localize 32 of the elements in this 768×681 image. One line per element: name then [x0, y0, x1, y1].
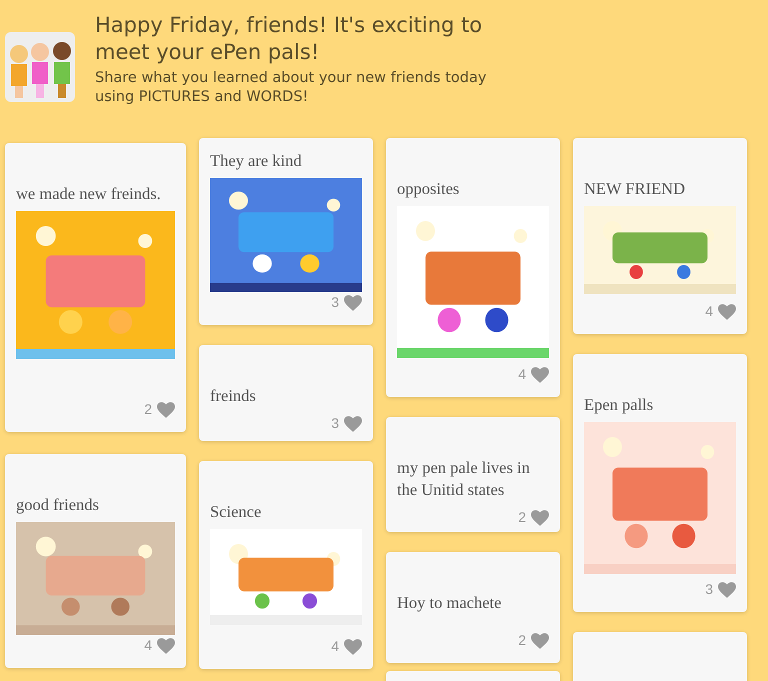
- post-title: opposites: [397, 178, 460, 200]
- post-card[interactable]: good friends 4: [5, 454, 186, 668]
- post-card[interactable]: opposites 4: [386, 138, 560, 397]
- post-title: Hoy to machete: [397, 592, 502, 614]
- like-count: 2: [518, 631, 526, 650]
- post-card[interactable]: NEW FRIEND 4: [573, 138, 747, 334]
- like-count: 4: [518, 365, 526, 384]
- post-card[interactable]: Epen palls 3: [573, 354, 747, 612]
- post-title: good friends: [16, 494, 100, 516]
- post-title: Epen palls: [584, 394, 654, 416]
- board-description: Share what you learned about your new friends today using PICTURES and WORDS!: [95, 69, 488, 107]
- post-card[interactable]: They are kind 3: [199, 138, 373, 325]
- like-count: 2: [144, 400, 152, 419]
- like-count: 4: [705, 302, 713, 321]
- post-card[interactable]: Science 4: [199, 461, 373, 669]
- post-title: freinds: [210, 385, 257, 407]
- like-count: 4: [331, 637, 339, 656]
- post-card[interactable]: freinds 3: [199, 345, 373, 441]
- board-title: Happy Friday, friends! It's exciting to meet your ePen pals!: [95, 12, 484, 66]
- post-title: They are kind: [210, 150, 303, 172]
- post-card[interactable]: we made new freinds. 2: [5, 143, 186, 432]
- post-card[interactable]: my pen pale lives in the Unitid states 2: [386, 417, 560, 532]
- post-title: NEW FRIEND: [584, 178, 686, 200]
- like-count: 3: [331, 414, 339, 433]
- like-count: 4: [144, 636, 152, 655]
- like-count: 2: [518, 508, 526, 527]
- like-count: 3: [705, 580, 713, 599]
- like-count: 3: [331, 293, 339, 312]
- post-title: Science: [210, 501, 262, 523]
- post-title: my pen pale lives in the Unitid states: [397, 457, 531, 501]
- post-title: we made new freinds.: [16, 183, 162, 205]
- post-card[interactable]: Hoy to machete 2: [386, 552, 560, 663]
